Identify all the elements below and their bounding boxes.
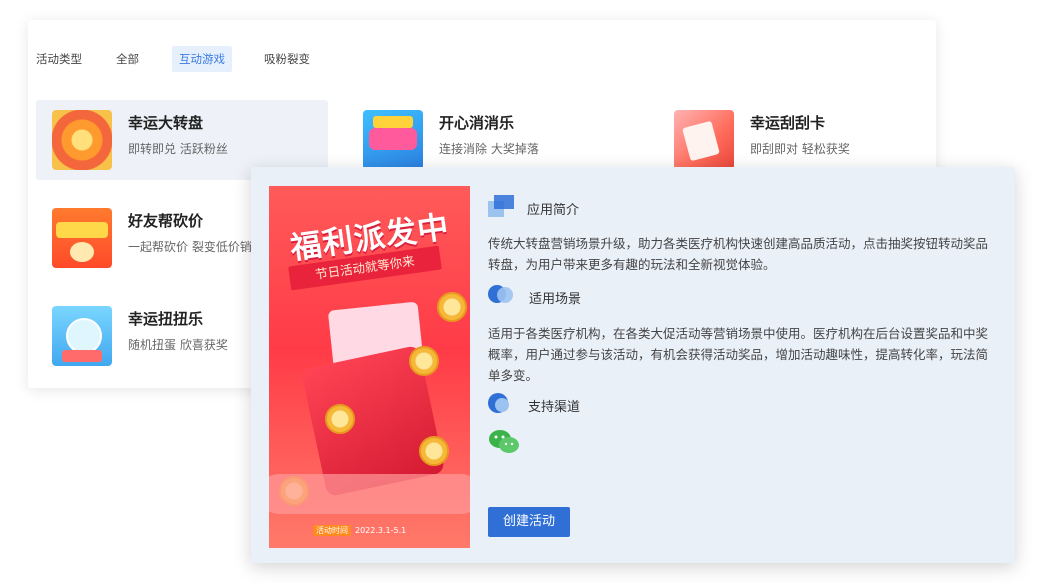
activity-card-subtitle: 连接消除 大奖掉落 — [439, 142, 539, 156]
coin-icon — [437, 292, 467, 322]
activity-card-subtitle: 一起帮砍价 裂变低价销 — [128, 240, 252, 254]
coin-icon — [409, 346, 439, 376]
coin-icon — [325, 404, 355, 434]
create-activity-button[interactable]: 创建活动 — [488, 507, 570, 537]
poster-date-label: 活动时间 — [313, 525, 351, 536]
capsule-toy-thumbnail — [52, 306, 112, 366]
poster-date-value: 2022.3.1-5.1 — [355, 526, 407, 535]
activity-card-title: 好友帮砍价 — [128, 212, 204, 230]
activity-poster: 福利派发中 节日活动就等你来 活动时间 2022.3.1-5.1 — [269, 186, 470, 548]
activity-card-subtitle: 即转即兑 活跃粉丝 — [128, 142, 228, 156]
activity-card-title: 幸运扭扭乐 — [128, 310, 204, 328]
usage-scene-title: 适用场景 — [529, 292, 582, 307]
activity-card-title: 幸运大转盘 — [128, 114, 204, 132]
match-three-thumbnail — [363, 110, 423, 170]
usage-scene-body: 适用于各类医疗机构，在各类大促活动等营销场景中使用。医疗机构在后台设置奖品和中奖… — [488, 326, 989, 383]
usage-scene-icon — [488, 285, 513, 303]
lucky-wheel-thumbnail — [52, 110, 112, 170]
activity-type-filter: 活动类型 全部 互动游戏 吸粉裂变 — [28, 46, 936, 72]
filter-option-interactive-games[interactable]: 互动游戏 — [172, 46, 232, 72]
activity-card-subtitle: 随机扭蛋 欣喜获奖 — [128, 338, 228, 352]
coin-icon — [419, 436, 449, 466]
friend-bargain-thumbnail — [52, 208, 112, 268]
app-intro-icon — [488, 195, 514, 217]
activity-card-title: 幸运刮刮卡 — [750, 114, 826, 132]
activity-detail-panel: 福利派发中 节日活动就等你来 活动时间 2022.3.1-5.1 应用简介 传统大… — [251, 167, 1015, 563]
poster-date: 活动时间 2022.3.1-5.1 — [313, 525, 406, 536]
support-channel-title: 支持渠道 — [528, 400, 581, 415]
app-intro-body: 传统大转盘营销场景升级，助力各类医疗机构快速创建高品质活动，点击抽奖按钮转动奖品… — [488, 236, 989, 272]
support-channel-icon — [488, 393, 509, 413]
filter-option-all[interactable]: 全部 — [116, 46, 139, 72]
activity-card-subtitle: 即刮即对 轻松获奖 — [750, 142, 850, 156]
scratch-card-thumbnail — [674, 110, 734, 170]
filter-option-fan-growth[interactable]: 吸粉裂变 — [264, 46, 310, 72]
cloud-decoration — [269, 474, 470, 514]
activity-card-title: 开心消消乐 — [439, 114, 515, 132]
wechat-icon — [489, 430, 519, 453]
app-intro-title: 应用简介 — [527, 203, 580, 218]
filter-label: 活动类型 — [36, 52, 82, 66]
